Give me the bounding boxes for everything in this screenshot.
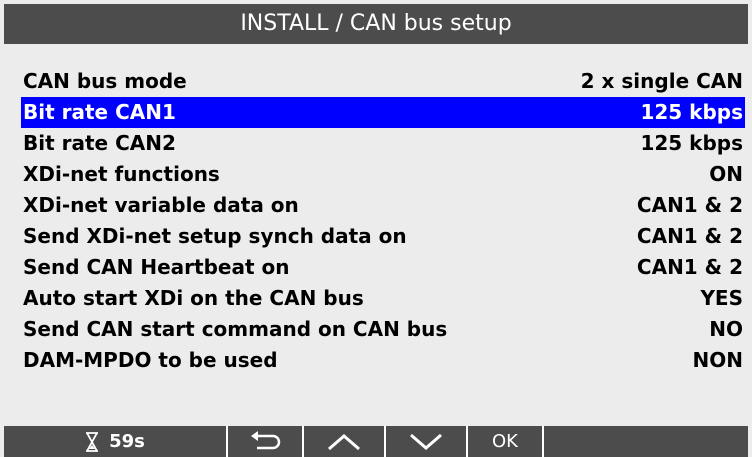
menu-item-label: CAN bus mode [23,69,187,93]
display-screen: INSTALL / CAN bus setup CAN bus mode 2 x… [0,0,752,457]
menu-item-label: XDi-net functions [23,162,220,186]
menu-item-label: DAM-MPDO to be used [23,348,278,372]
timer-display: 59s [4,426,226,457]
menu-item-dam-mpdo[interactable]: DAM-MPDO to be used NON [21,345,745,376]
back-button[interactable] [228,426,302,457]
settings-menu: CAN bus mode 2 x single CAN Bit rate CAN… [21,66,745,376]
menu-item-label: XDi-net variable data on [23,193,299,217]
menu-item-can-start-command[interactable]: Send CAN start command on CAN bus NO [21,314,745,345]
menu-item-setup-synch-data[interactable]: Send XDi-net setup synch data on CAN1 & … [21,221,745,252]
menu-item-value: 125 kbps [640,100,743,124]
menu-item-label: Send CAN start command on CAN bus [23,317,448,341]
menu-item-value: CAN1 & 2 [636,224,743,248]
menu-item-auto-start[interactable]: Auto start XDi on the CAN bus YES [21,283,745,314]
menu-item-label: Send XDi-net setup synch data on [23,224,407,248]
ok-button[interactable]: OK [468,426,542,457]
menu-item-bit-rate-can1[interactable]: Bit rate CAN1 125 kbps [21,97,745,128]
menu-item-value: NO [709,317,743,341]
menu-item-value: CAN1 & 2 [636,255,743,279]
chevron-up-icon [328,433,360,450]
ok-label: OK [492,431,518,452]
menu-item-can-heartbeat[interactable]: Send CAN Heartbeat on CAN1 & 2 [21,252,745,283]
menu-item-value: NON [692,348,743,372]
menu-item-value: 2 x single CAN [580,69,743,93]
menu-item-label: Bit rate CAN1 [23,100,176,124]
softkey-divider [542,426,544,457]
up-button[interactable] [304,426,384,457]
menu-item-value: ON [709,162,743,186]
down-button[interactable] [386,426,466,457]
menu-item-xdi-net-functions[interactable]: XDi-net functions ON [21,159,745,190]
page-title: INSTALL / CAN bus setup [4,4,748,44]
menu-item-value: 125 kbps [640,131,743,155]
menu-item-can-bus-mode[interactable]: CAN bus mode 2 x single CAN [21,66,745,97]
menu-item-xdi-net-variable-data[interactable]: XDi-net variable data on CAN1 & 2 [21,190,745,221]
menu-item-value: YES [700,286,743,310]
menu-item-label: Send CAN Heartbeat on [23,255,290,279]
timer-text: 59s [109,431,145,452]
hourglass-icon [86,431,99,452]
menu-item-label: Auto start XDi on the CAN bus [23,286,364,310]
back-arrow-icon [251,430,281,449]
menu-item-label: Bit rate CAN2 [23,131,176,155]
menu-item-value: CAN1 & 2 [636,193,743,217]
chevron-down-icon [410,433,442,450]
softkey-bar: 59s OK [4,426,748,457]
menu-item-bit-rate-can2[interactable]: Bit rate CAN2 125 kbps [21,128,745,159]
